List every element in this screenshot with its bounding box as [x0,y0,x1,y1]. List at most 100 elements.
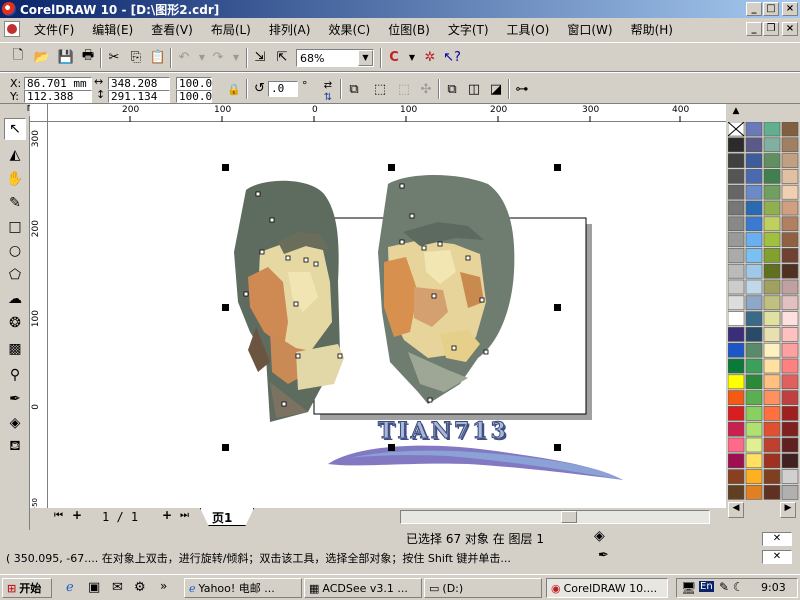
palette-swatch[interactable] [781,390,799,405]
palette-swatch[interactable] [781,406,799,421]
pick-tool-icon[interactable]: ↖ [4,118,26,140]
palette-swatch[interactable] [763,327,781,342]
palette-swatch[interactable] [728,279,745,295]
palette-swatch[interactable] [728,406,745,421]
polygon-tool-icon[interactable]: ⬠ [4,264,26,286]
app-quicklaunch-icon[interactable]: ⚙ [134,580,146,595]
palette-swatch[interactable] [781,169,799,184]
palette-swatch[interactable] [728,137,745,153]
palette-swatch[interactable] [745,153,763,168]
palette-swatch[interactable] [763,485,781,500]
convert-to-curves-icon[interactable]: ⊶ [512,79,532,99]
moon-tray-icon[interactable]: ☾ [733,580,744,594]
palette-swatch[interactable] [728,437,745,453]
ie-quicklaunch-icon[interactable]: ℯ [66,580,74,595]
palette-swatch[interactable] [781,232,799,247]
menu-window[interactable]: 窗口(W) [561,21,618,38]
palette-swatch[interactable] [781,358,799,374]
palette-swatch[interactable] [728,263,745,279]
palette-swatch[interactable] [728,485,745,500]
undo-icon[interactable]: ↶ [174,47,194,67]
menu-file[interactable]: 文件(F) [28,21,80,38]
fill-tool-icon[interactable]: ◈ [4,412,26,434]
palette-swatch[interactable] [763,200,781,216]
outline-swatch-none-icon[interactable]: ✕ [762,550,792,564]
palette-swatch[interactable] [745,342,763,358]
palette-swatch[interactable] [781,153,799,168]
palette-swatch[interactable] [728,342,745,358]
palette-swatch[interactable] [728,469,745,484]
palette-swatch[interactable] [728,232,745,247]
monitor-tray-icon[interactable]: 🖥 [681,581,696,595]
palette-swatch[interactable] [781,263,799,279]
palette-swatch[interactable] [745,137,763,153]
last-page-icon[interactable]: ⏭ [180,510,189,521]
add-page-before-icon[interactable]: + [72,508,82,522]
quicklaunch-more-icon[interactable]: » [160,579,167,593]
whats-this-help-icon[interactable]: ↖? [442,47,462,67]
new-file-icon[interactable]: 🗋 [8,47,28,67]
palette-swatch[interactable] [745,232,763,247]
minimize-button[interactable]: _ [746,2,762,16]
palette-swatch[interactable] [745,406,763,421]
palette-swatch[interactable] [763,342,781,358]
palette-swatch[interactable] [781,421,799,437]
palette-swatch[interactable] [763,122,781,137]
palette-swatch[interactable] [763,390,781,405]
palette-swatch[interactable] [763,248,781,263]
lock-ratio-icon[interactable]: 🔒 [224,79,244,99]
palette-swatch[interactable] [728,358,745,374]
weld-icon[interactable]: ⧉ [442,79,462,99]
basic-shapes-tool-icon[interactable]: ☁ [4,288,26,310]
pan-tool-icon[interactable]: ✋ [4,168,26,190]
horizontal-scroll-thumb[interactable] [561,511,577,523]
palette-swatch[interactable] [781,469,799,484]
task-yahoo-mail[interactable]: ℯ Yahoo! 电邮 ... [184,578,302,598]
palette-swatch[interactable] [745,453,763,469]
palette-swatch[interactable] [745,374,763,390]
palette-swatch[interactable] [763,311,781,326]
ungroup-icon[interactable]: ⬚ [370,79,390,99]
interactive-fill-tool-icon[interactable]: ⛾ [4,436,26,458]
corel-online-icon[interactable]: ✲ [420,47,440,67]
palette-swatch[interactable] [781,200,799,216]
palette-swatch[interactable] [745,358,763,374]
x-position-field[interactable]: 86.701 mm [24,77,92,90]
palette-swatch[interactable] [745,421,763,437]
paste-icon[interactable]: 📋 [148,47,168,67]
pen-tray-icon[interactable]: ✎ [719,580,729,594]
drawing-canvas[interactable]: TIAN713 [48,122,726,508]
intersect-icon[interactable]: ◪ [486,79,506,99]
palette-swatch[interactable] [745,184,763,200]
palette-swatch[interactable] [781,122,799,137]
palette-swatch[interactable] [781,311,799,326]
palette-swatch[interactable] [781,137,799,153]
palette-swatch[interactable] [763,263,781,279]
print-icon[interactable]: 🖶 [78,47,98,67]
add-page-after-icon[interactable]: + [162,508,172,522]
palette-swatch[interactable] [763,358,781,374]
palette-swatch[interactable] [728,390,745,405]
menu-edit[interactable]: 编辑(E) [86,21,139,38]
palette-swatch[interactable] [781,216,799,232]
palette-swatch[interactable] [745,485,763,500]
palette-swatch[interactable] [781,279,799,295]
doc-restore-button[interactable]: ❐ [763,22,779,36]
document-icon[interactable] [4,21,20,37]
palette-swatch[interactable] [763,216,781,232]
palette-swatch[interactable] [781,248,799,263]
palette-swatch[interactable] [781,342,799,358]
palette-swatch[interactable] [745,216,763,232]
palette-swatch[interactable] [745,469,763,484]
palette-swatch[interactable] [728,153,745,168]
palette-swatch[interactable] [763,169,781,184]
palette-swatch[interactable] [728,295,745,311]
eyedropper-tool-icon[interactable]: ⚲ [4,364,26,386]
menu-bitmaps[interactable]: 位图(B) [382,21,436,38]
menu-text[interactable]: 文字(T) [442,21,495,38]
menu-help[interactable]: 帮助(H) [625,21,679,38]
palette-swatch[interactable] [781,453,799,469]
horizontal-ruler[interactable]: 200 100 0 100 200 300 400 [48,104,726,122]
corel-app-launcher-icon[interactable]: C [384,47,404,67]
ungroup-all-icon[interactable]: ⬚ [394,79,414,99]
